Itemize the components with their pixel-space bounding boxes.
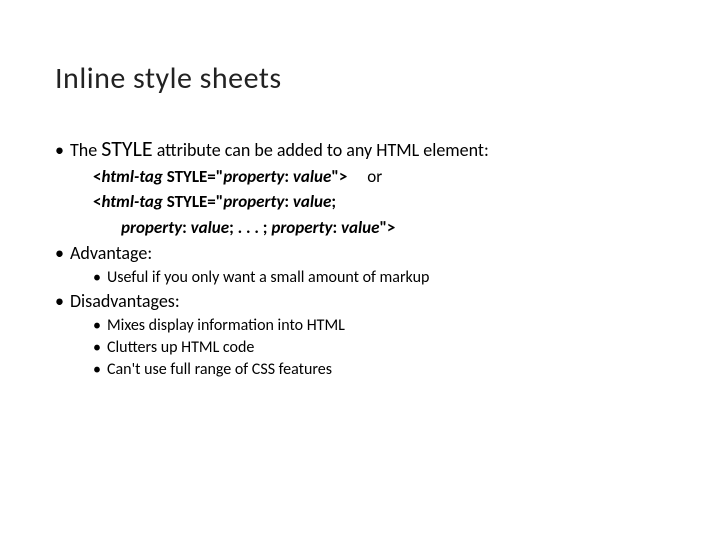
code: value <box>191 217 229 238</box>
text: attribute can be added to any HTML eleme… <box>153 139 489 161</box>
code: "> <box>331 166 347 187</box>
bullet-style-attribute: • The STYLE attribute can be added to any… <box>55 135 665 162</box>
slide: Inline style sheets • The STYLE attribute… <box>0 0 720 422</box>
text: Mixes display information into HTML <box>107 316 345 335</box>
code: ; . . . ; <box>229 217 271 238</box>
code: value <box>293 191 331 212</box>
text: The <box>70 139 101 161</box>
text: Advantage: <box>70 242 152 264</box>
bullet-dot-icon: • <box>93 268 101 287</box>
text: Can't use full range of CSS features <box>107 360 332 379</box>
code: property <box>223 166 284 187</box>
code: "> <box>379 217 395 238</box>
bullet-dot-icon: • <box>93 316 101 335</box>
code: property <box>223 191 284 212</box>
bullet-advantage: • Advantage: <box>55 242 665 264</box>
bullet-dot-icon: • <box>55 242 64 264</box>
code: html-tag <box>101 191 162 212</box>
code: property <box>271 217 332 238</box>
code: : <box>284 191 293 212</box>
code-example-2-line1: <html-tag STYLE="property: value; <box>93 191 665 212</box>
bullet-dot-icon: • <box>55 139 64 161</box>
code: : <box>332 217 341 238</box>
code: property <box>121 217 182 238</box>
text: Disadvantages: <box>70 290 180 312</box>
code: : <box>182 217 191 238</box>
code: ; <box>331 191 336 212</box>
text: Clutters up HTML code <box>107 338 254 357</box>
code: : <box>284 166 293 187</box>
code-example-1: <html-tag STYLE="property: value">or <box>93 166 665 187</box>
code: value <box>341 217 379 238</box>
sub-bullet-disadvantage-3: • Can't use full range of CSS features <box>93 360 665 379</box>
bullet-dot-icon: • <box>55 290 64 312</box>
code: html-tag <box>101 166 162 187</box>
sub-bullet-advantage-1: • Useful if you only want a small amount … <box>93 268 665 287</box>
sub-bullet-disadvantage-2: • Clutters up HTML code <box>93 338 665 357</box>
code-or: or <box>367 166 382 187</box>
text: Useful if you only want a small amount o… <box>107 268 429 287</box>
bullet-disadvantages: • Disadvantages: <box>55 290 665 312</box>
text-style-word: STYLE <box>101 135 152 162</box>
code: STYLE=" <box>163 191 223 212</box>
bullet-dot-icon: • <box>93 360 101 379</box>
bullet-dot-icon: • <box>93 338 101 357</box>
slide-title: Inline style sheets <box>55 60 665 97</box>
code: STYLE=" <box>163 166 223 187</box>
sub-bullet-disadvantage-1: • Mixes display information into HTML <box>93 316 665 335</box>
code: value <box>293 166 331 187</box>
code-example-2-line2: property: value; . . . ; property: value… <box>93 217 665 238</box>
